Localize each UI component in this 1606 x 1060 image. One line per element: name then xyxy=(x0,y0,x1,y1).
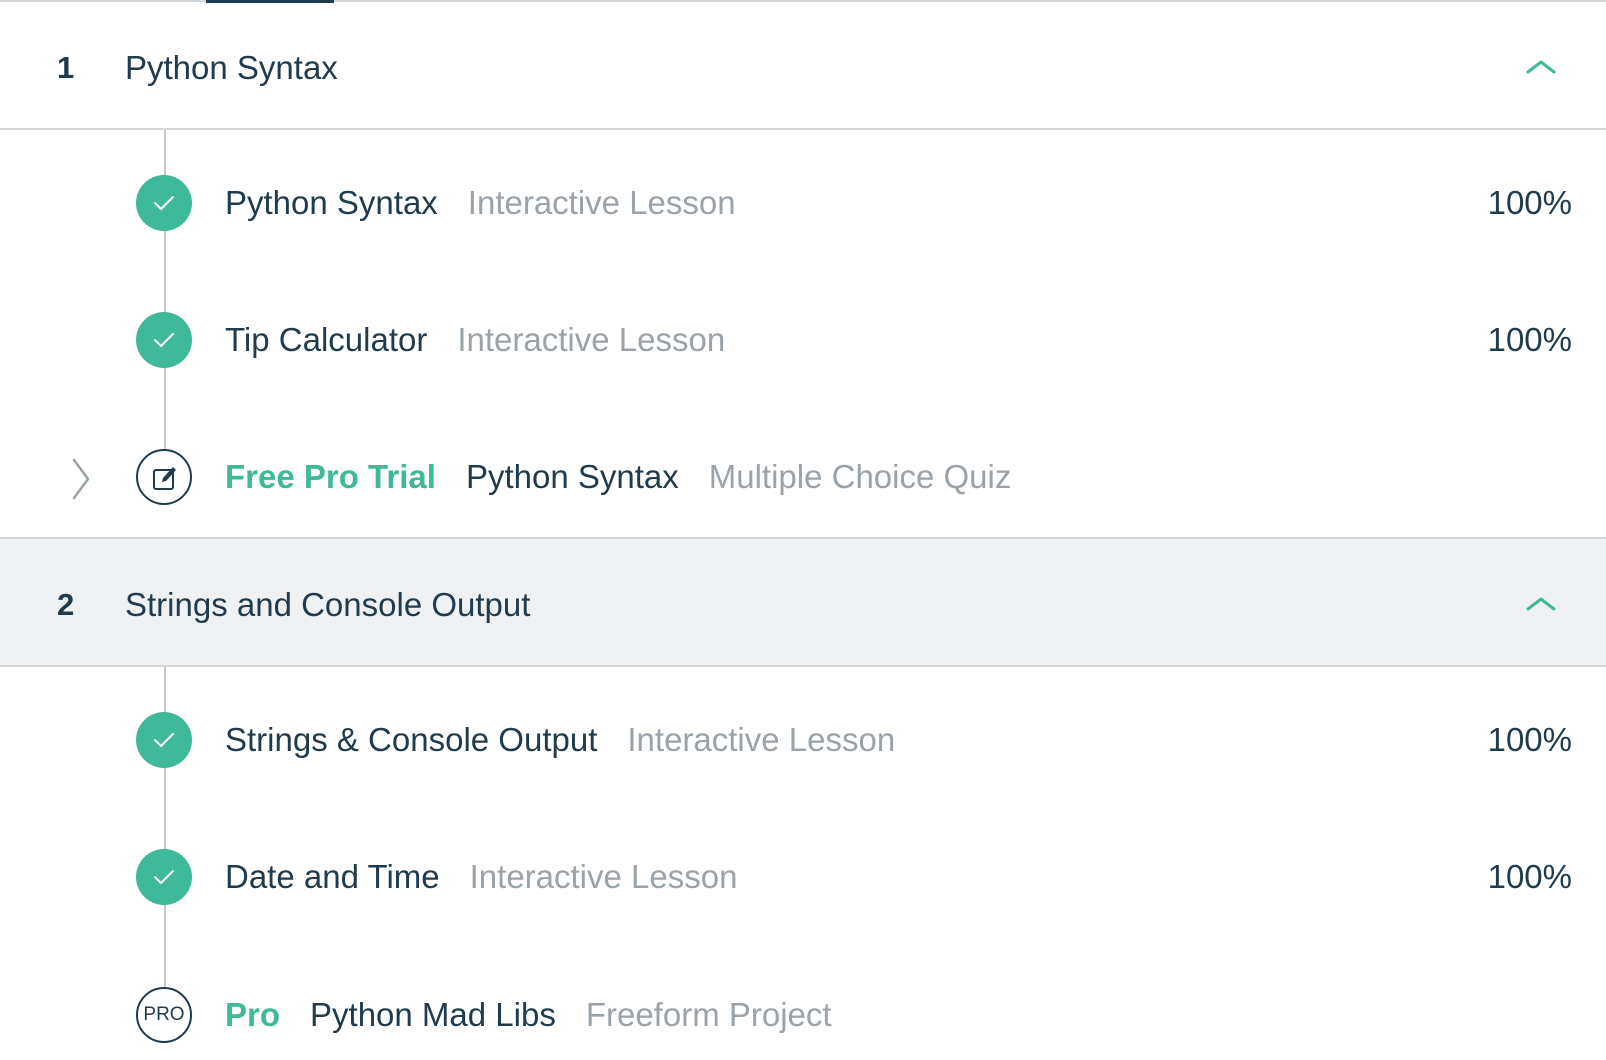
section-title: Python Syntax xyxy=(125,49,338,86)
lesson-row[interactable]: Python Syntax Interactive Lesson 100% xyxy=(0,168,1606,238)
lesson-type: Interactive Lesson xyxy=(457,321,726,358)
section-header-2[interactable]: 2 Strings and Console Output xyxy=(0,537,1606,667)
pro-tag[interactable]: Pro xyxy=(225,996,280,1033)
lesson-text: Free Pro Trial Python Syntax Multiple Choi… xyxy=(225,456,1011,498)
lesson-title[interactable]: Python Mad Libs xyxy=(310,996,556,1033)
lesson-title[interactable]: Strings & Console Output xyxy=(225,721,597,758)
lesson-type: Multiple Choice Quiz xyxy=(708,458,1012,495)
lesson-progress: 100% xyxy=(1487,858,1572,895)
chevron-right-icon[interactable] xyxy=(71,457,91,501)
lesson-text: Date and Time Interactive Lesson xyxy=(225,856,737,898)
pro-badge-icon: PRO xyxy=(136,987,192,1043)
lesson-row[interactable]: Date and Time Interactive Lesson 100% xyxy=(0,842,1606,912)
lesson-type: Freeform Project xyxy=(585,996,832,1033)
lesson-text: Tip Calculator Interactive Lesson xyxy=(225,319,725,361)
lesson-row[interactable]: PRO Pro Python Mad Libs Freeform Project xyxy=(0,980,1606,1050)
syllabus-page: 1 Python Syntax Python Syntax Interactive… xyxy=(0,0,1606,1060)
lesson-text: Pro Python Mad Libs Freeform Project xyxy=(225,994,832,1036)
lesson-row[interactable]: Tip Calculator Interactive Lesson 100% xyxy=(0,305,1606,375)
lesson-title[interactable]: Tip Calculator xyxy=(225,321,427,358)
lesson-progress: 100% xyxy=(1487,321,1572,358)
section-number: 1 xyxy=(57,50,75,85)
lesson-title[interactable]: Date and Time xyxy=(225,858,440,895)
section-title: Strings and Console Output xyxy=(125,586,531,623)
lesson-title[interactable]: Python Syntax xyxy=(466,458,679,495)
lesson-row[interactable]: Free Pro Trial Python Syntax Multiple Choi… xyxy=(0,442,1606,512)
lesson-type: Interactive Lesson xyxy=(467,184,736,221)
lesson-title[interactable]: Python Syntax xyxy=(225,184,438,221)
chevron-up-icon[interactable] xyxy=(1526,595,1556,611)
lesson-text: Strings & Console Output Interactive Less… xyxy=(225,719,895,761)
lesson-progress: 100% xyxy=(1487,721,1572,758)
check-icon xyxy=(136,849,192,905)
check-icon xyxy=(136,312,192,368)
section-number: 2 xyxy=(57,587,75,622)
chevron-up-icon[interactable] xyxy=(1526,58,1556,74)
quiz-edit-icon xyxy=(136,449,192,505)
lesson-type: Interactive Lesson xyxy=(469,858,738,895)
section-header-1[interactable]: 1 Python Syntax xyxy=(0,2,1606,130)
free-pro-trial-tag[interactable]: Free Pro Trial xyxy=(225,458,436,495)
lesson-text: Python Syntax Interactive Lesson xyxy=(225,182,736,224)
lesson-progress: 100% xyxy=(1487,184,1572,221)
lesson-row[interactable]: Strings & Console Output Interactive Less… xyxy=(0,705,1606,775)
check-icon xyxy=(136,712,192,768)
check-icon xyxy=(136,175,192,231)
lesson-type: Interactive Lesson xyxy=(627,721,896,758)
